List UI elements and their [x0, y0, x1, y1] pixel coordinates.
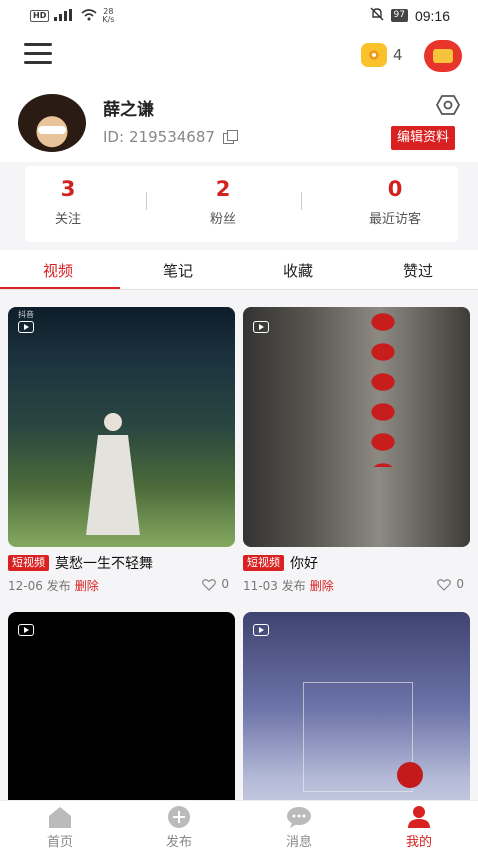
clock: 09:16 [414, 7, 450, 24]
video-caption: 短视频 你好 [243, 553, 470, 573]
nav-profile[interactable]: 我的 [389, 805, 449, 850]
stat-following-value: 3 [60, 177, 76, 201]
video-type-badge: 短视频 [243, 555, 284, 571]
video-card[interactable]: 短视频 你好 11-03 发布 删除 0 [243, 307, 470, 595]
message-icon [287, 807, 311, 828]
video-card[interactable] [8, 612, 235, 800]
stat-followers-label: 粉丝 [209, 212, 236, 227]
mute-icon [370, 7, 384, 24]
nav-home[interactable]: 首页 [30, 805, 90, 850]
stat-visitors-value: 0 [387, 177, 403, 201]
video-thumbnail[interactable] [243, 612, 470, 800]
tab-videos[interactable]: 视频 [43, 260, 73, 281]
status-right: 97 09:16 [370, 7, 450, 24]
nav-messages[interactable]: 消息 [269, 805, 329, 850]
nav-messages-label: 消息 [285, 835, 312, 850]
profile-header: 薛之谦 ID: 219534687 编辑资料 [0, 82, 478, 162]
signal-icon [54, 8, 76, 24]
home-icon [49, 807, 71, 828]
nav-profile-label: 我的 [405, 835, 432, 850]
delete-link[interactable]: 删除 [75, 579, 99, 593]
bottom-nav: 首页 发布 消息 我的 [0, 800, 478, 850]
person-figure [86, 413, 140, 535]
like-count[interactable]: 0 [202, 577, 229, 591]
edit-profile-button[interactable]: 编辑资料 [391, 126, 456, 150]
video-card[interactable] [243, 612, 470, 800]
tiktok-watermark: 抖音 [18, 310, 34, 319]
network-speed-unit: K/s [102, 15, 115, 24]
stat-visitors[interactable]: 0 最近访客 [355, 176, 435, 227]
wifi-icon [81, 8, 97, 24]
video-thumbnail[interactable] [243, 307, 470, 547]
stat-followers[interactable]: 2 粉丝 [198, 176, 248, 227]
stats-panel: 3 关注 2 粉丝 0 最近访客 [25, 166, 458, 242]
copy-icon[interactable] [222, 130, 238, 144]
user-id-value: 219534687 [129, 128, 215, 146]
user-id: ID: 219534687 [103, 128, 238, 146]
stat-following-label: 关注 [54, 212, 81, 227]
content-tabs: 视频 笔记 收藏 赞过 [0, 250, 478, 290]
status-bar: HD 28 K/s 97 09:16 [0, 0, 478, 32]
play-icon [253, 321, 269, 333]
video-meta: 11-03 发布 删除 0 [243, 577, 470, 595]
stat-following[interactable]: 3 关注 [43, 176, 93, 227]
video-title: 莫愁一生不轻舞 [55, 556, 153, 572]
stat-followers-value: 2 [215, 177, 231, 201]
nav-publish[interactable]: 发布 [149, 805, 209, 850]
avatar[interactable] [18, 94, 86, 152]
status-left: HD 28 K/s [30, 8, 114, 24]
like-count[interactable]: 0 [437, 577, 464, 591]
video-type-badge: 短视频 [8, 555, 49, 571]
coin-icon[interactable] [361, 43, 387, 67]
stat-divider [301, 192, 302, 210]
coin-count: 4 [393, 46, 403, 64]
settings-icon[interactable] [435, 94, 461, 116]
play-icon [18, 321, 34, 333]
stat-visitors-label: 最近访客 [368, 212, 421, 227]
tab-indicator [0, 287, 120, 289]
tab-liked[interactable]: 赞过 [403, 260, 433, 281]
nav-home-label: 首页 [46, 835, 73, 850]
video-title: 你好 [290, 556, 318, 572]
menu-icon[interactable] [24, 43, 52, 65]
profile-icon [408, 806, 430, 828]
battery-icon: 97 [390, 9, 408, 22]
nickname: 薛之谦 [103, 100, 154, 120]
video-thumbnail[interactable] [8, 612, 235, 800]
heart-icon [437, 578, 452, 591]
delete-link[interactable]: 删除 [310, 579, 334, 593]
wallet-icon[interactable] [424, 40, 462, 72]
video-meta: 12-06 发布 删除 0 [8, 577, 235, 595]
heart-icon [202, 578, 217, 591]
nav-publish-label: 发布 [165, 835, 192, 850]
user-id-label: ID: [103, 128, 125, 146]
like-count-value: 0 [221, 577, 229, 591]
video-date: 11-03 发布 [243, 579, 306, 593]
network-speed: 28 K/s [102, 8, 114, 24]
hd-indicator: HD [30, 10, 50, 22]
play-icon [18, 624, 34, 636]
plus-icon [168, 806, 190, 828]
video-caption: 短视频 莫愁一生不轻舞 [8, 553, 235, 573]
video-date: 12-06 发布 [8, 579, 71, 593]
tab-favorites[interactable]: 收藏 [283, 260, 313, 281]
tab-notes[interactable]: 笔记 [163, 260, 193, 281]
top-bar: 4 [0, 32, 478, 82]
play-icon [253, 624, 269, 636]
video-grid: 抖音 短视频 莫愁一生不轻舞 12-06 发布 删除 0 短视频 你好 11-0… [0, 291, 478, 800]
video-card[interactable]: 抖音 短视频 莫愁一生不轻舞 12-06 发布 删除 0 [8, 307, 235, 595]
stat-divider [146, 192, 147, 210]
video-thumbnail[interactable]: 抖音 [8, 307, 235, 547]
cherry [397, 762, 423, 788]
like-count-value: 0 [456, 577, 464, 591]
